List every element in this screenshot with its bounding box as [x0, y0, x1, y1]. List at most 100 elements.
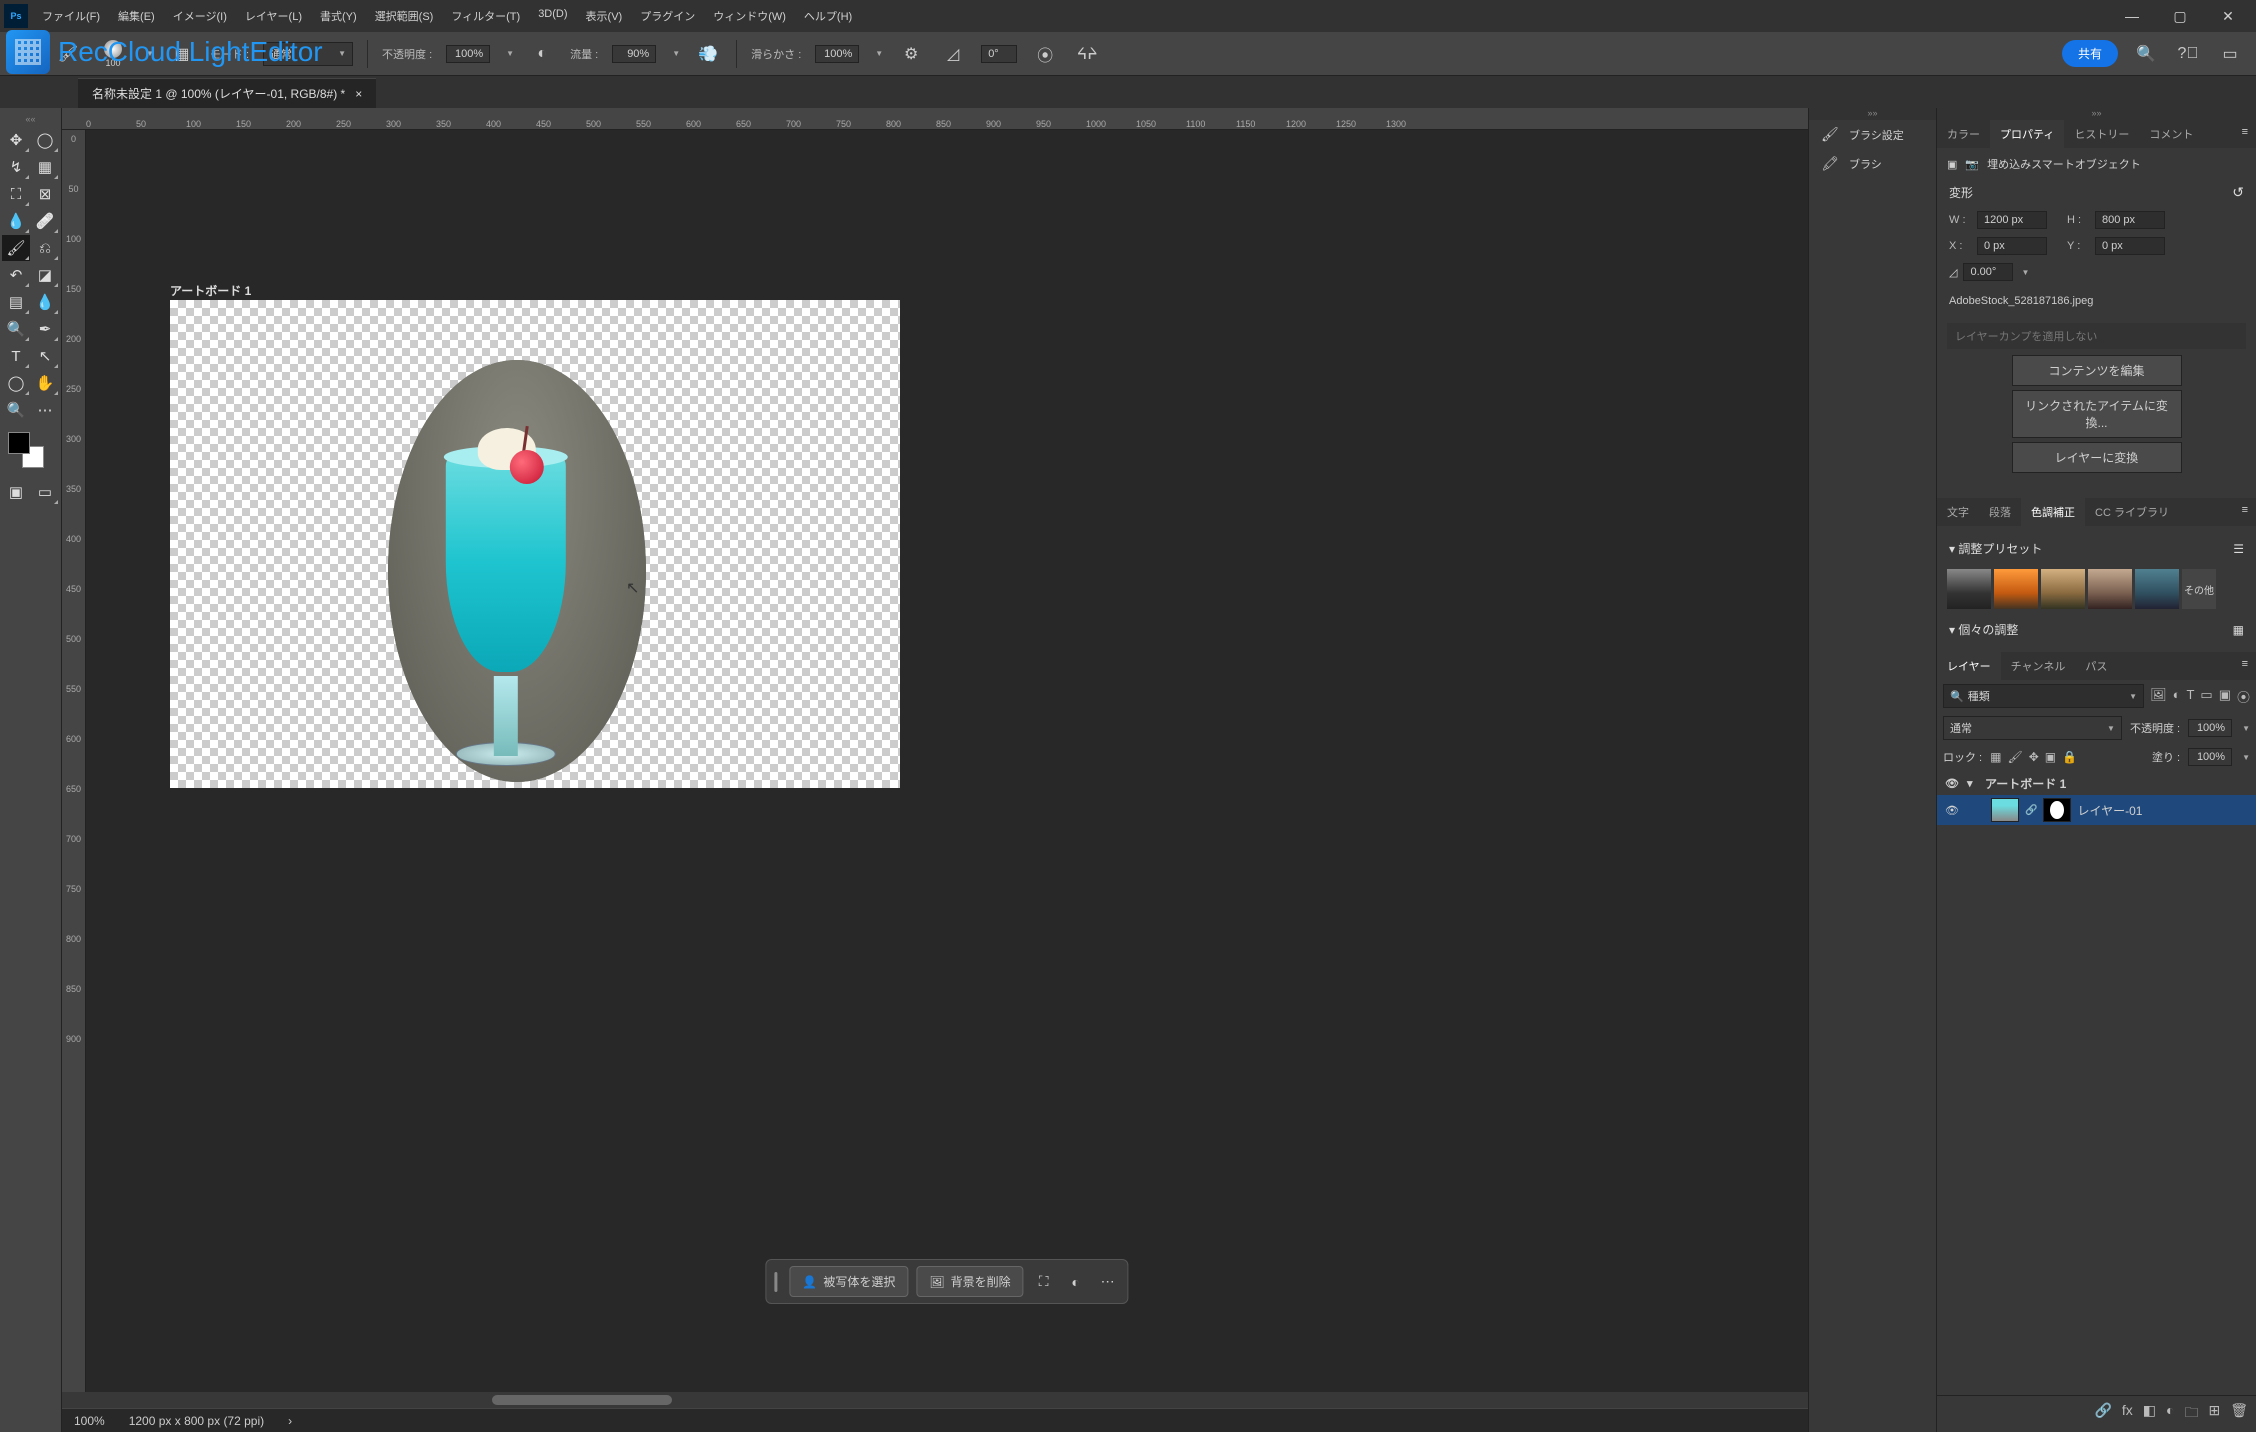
crop-tool[interactable]: ⛶ [2, 181, 30, 207]
adjust-icon[interactable]: ◐ [1064, 1270, 1088, 1294]
menu-view[interactable]: 表示(V) [578, 4, 631, 28]
close-button[interactable]: ✕ [2216, 8, 2240, 25]
maximize-button[interactable]: ▢ [2168, 8, 2192, 25]
filter-smart-icon[interactable]: ▣ [2219, 687, 2231, 706]
menu-layer[interactable]: レイヤー(L) [237, 4, 310, 28]
remove-background-button[interactable]: 🖼 背景を削除 [916, 1266, 1023, 1297]
convert-linked-button[interactable]: リンクされたアイテムに変換... [2012, 390, 2182, 438]
brushes-panel-button[interactable]: 🖍 ブラシ [1809, 149, 1936, 178]
disclose-icon[interactable]: ▾ [1967, 777, 1979, 790]
eyedropper-tool[interactable]: 💧 [2, 208, 30, 234]
angle-value[interactable]: 0° [981, 45, 1017, 63]
filter-type-icon[interactable]: T [2186, 687, 2194, 706]
height-value[interactable]: 800 px [2095, 211, 2165, 229]
taskbar-handle[interactable] [774, 1272, 777, 1292]
new-group-icon[interactable]: 🗀 [2184, 1402, 2198, 1426]
shape-tool[interactable]: ◯ [2, 370, 30, 396]
pressure-size-icon[interactable]: ⦿ [1031, 40, 1059, 68]
brush-tool[interactable]: 🖌 [2, 235, 30, 261]
layer-effects-icon[interactable]: fx [2122, 1402, 2133, 1426]
lasso-tool[interactable]: ↯ [2, 154, 30, 180]
healing-tool[interactable]: 🩹 [31, 208, 59, 234]
tab-history[interactable]: ヒストリー [2064, 120, 2139, 148]
rotation-value[interactable]: 0.00° [1963, 263, 2013, 281]
list-view-icon[interactable]: ☰ [2233, 542, 2244, 556]
ruler-vertical[interactable]: 0501001502002503003504004505005506006507… [62, 130, 86, 1392]
ruler-horizontal[interactable]: 0501001502002503003504004505005506006507… [62, 108, 1808, 130]
airbrush-icon[interactable]: 💨 [694, 40, 722, 68]
width-value[interactable]: 1200 px [1977, 211, 2047, 229]
filter-shape-icon[interactable]: ▭ [2200, 687, 2212, 706]
pen-tool[interactable]: ✒ [31, 316, 59, 342]
flow-value[interactable]: 90% [612, 45, 656, 63]
chevron-down-icon[interactable]: ▾ [1949, 623, 1958, 637]
smoothing-gear-icon[interactable]: ⚙ [897, 40, 925, 68]
color-swatches[interactable] [8, 432, 44, 468]
layer-mask-thumbnail[interactable] [2043, 798, 2071, 822]
reset-transform-icon[interactable]: ↺ [2232, 184, 2244, 201]
eraser-tool[interactable]: ◪ [31, 262, 59, 288]
frame-tool[interactable]: ⊠ [31, 181, 59, 207]
layer-mask-icon[interactable]: ◧ [2143, 1402, 2156, 1426]
tab-channels[interactable]: チャンネル [2001, 652, 2076, 680]
document-dimensions[interactable]: 1200 px x 800 px (72 ppi) [129, 1414, 264, 1428]
layer-blend-dropdown[interactable]: 通常 ▼ [1943, 716, 2122, 740]
menu-window[interactable]: ウィンドウ(W) [705, 4, 794, 28]
chevron-down-icon[interactable]: ▼ [2021, 268, 2029, 277]
collapse-right-panels[interactable]: »» [1937, 108, 2256, 120]
layer-item[interactable]: 👁 🔗 レイヤー-01 [1937, 795, 2256, 825]
history-brush-tool[interactable]: ↶ [2, 262, 30, 288]
menu-type[interactable]: 書式(Y) [312, 4, 365, 28]
horizontal-scrollbar[interactable] [62, 1392, 1808, 1408]
layer-opacity-value[interactable]: 100% [2188, 719, 2232, 737]
blur-tool[interactable]: 💧 [31, 289, 59, 315]
lock-all-icon[interactable]: 🔒 [2062, 750, 2077, 764]
tab-paths[interactable]: パス [2075, 652, 2117, 680]
tab-comment[interactable]: コメント [2139, 120, 2203, 148]
chevron-down-icon[interactable]: ▼ [672, 49, 680, 58]
chevron-down-icon[interactable]: ▾ [1949, 542, 1958, 556]
artboard-label[interactable]: アートボード 1 [170, 282, 251, 299]
object-select-tool[interactable]: ▦ [31, 154, 59, 180]
presets-more-button[interactable]: その他 [2182, 569, 2216, 609]
lock-transparency-icon[interactable]: ▦ [1990, 750, 2001, 764]
help-icon[interactable]: ?⃝ [2174, 40, 2202, 68]
adjustment-layer-icon[interactable]: ◐ [2166, 1402, 2174, 1426]
hand-tool[interactable]: ✋ [31, 370, 59, 396]
preset-1[interactable] [1947, 569, 1991, 609]
menu-edit[interactable]: 編集(E) [110, 4, 163, 28]
collapse-panels[interactable]: »» [1809, 108, 1936, 120]
preset-3[interactable] [2041, 569, 2085, 609]
menu-image[interactable]: イメージ(I) [165, 4, 235, 28]
new-layer-icon[interactable]: ⊞ [2208, 1402, 2220, 1426]
minimize-button[interactable]: — [2120, 8, 2144, 25]
quickmask-icon[interactable]: ▣ [2, 479, 30, 505]
document-tab[interactable]: 名称未設定 1 @ 100% (レイヤー-01, RGB/8#) * × [78, 78, 376, 108]
panel-menu-icon[interactable]: ≡ [2234, 120, 2256, 148]
lock-image-icon[interactable]: 🖌 [2007, 750, 2022, 764]
edit-toolbar[interactable]: ⋯ [31, 397, 59, 423]
chevron-down-icon[interactable]: ▼ [2242, 724, 2250, 733]
menu-filter[interactable]: フィルター(T) [443, 4, 528, 28]
pressure-opacity-icon[interactable]: ◐ [528, 40, 556, 68]
symmetry-icon[interactable]: ᔦᔨ [1073, 40, 1101, 68]
tab-cclibraries[interactable]: CC ライブラリ [2085, 498, 2179, 526]
brush-settings-panel-button[interactable]: 🖌 ブラシ設定 [1809, 120, 1936, 149]
opacity-value[interactable]: 100% [446, 45, 490, 63]
panel-menu-icon[interactable]: ≡ [2234, 652, 2256, 680]
tab-close-icon[interactable]: × [355, 87, 362, 101]
artboard[interactable] [170, 300, 900, 788]
y-value[interactable]: 0 px [2095, 237, 2165, 255]
link-icon[interactable]: 🔗 [2025, 805, 2037, 816]
menu-file[interactable]: ファイル(F) [34, 4, 108, 28]
tab-properties[interactable]: プロパティ [1990, 120, 2064, 148]
stamp-tool[interactable]: ⎌ [31, 235, 59, 261]
smoothing-value[interactable]: 100% [815, 45, 859, 63]
tab-layers[interactable]: レイヤー [1937, 652, 2001, 680]
search-icon[interactable]: 🔍 [2132, 40, 2160, 68]
layer-name[interactable]: レイヤー-01 [2077, 802, 2250, 819]
menu-help[interactable]: ヘルプ(H) [796, 4, 860, 28]
tab-paragraph[interactable]: 段落 [1979, 498, 2021, 526]
more-icon[interactable]: ⋯ [1096, 1270, 1120, 1294]
menu-3d[interactable]: 3D(D) [530, 4, 575, 28]
